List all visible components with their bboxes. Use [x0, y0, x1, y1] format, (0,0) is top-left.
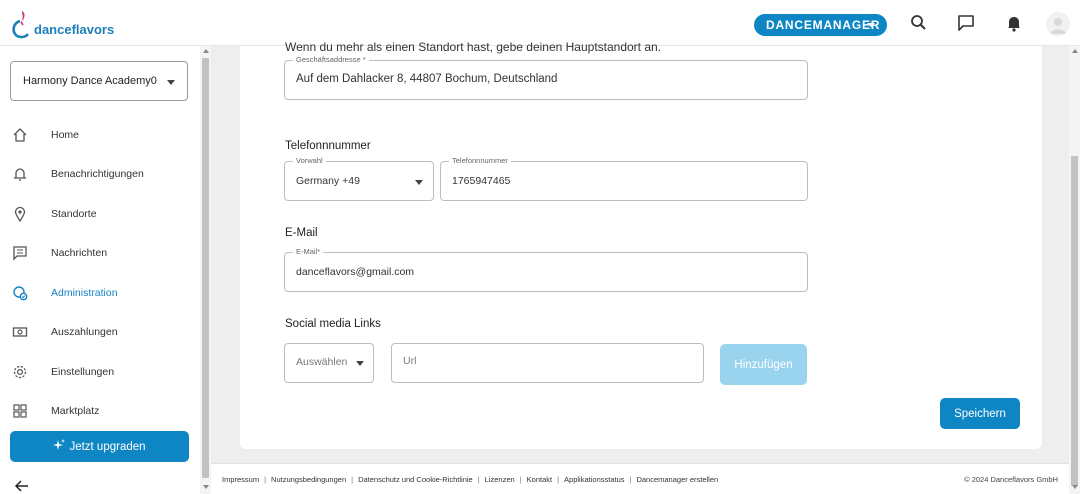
home-icon: [12, 127, 28, 143]
footer-link-nutzungsbedingungen[interactable]: Nutzungsbedingungen: [271, 475, 346, 484]
phone-prefix-value: Germany +49: [296, 175, 360, 187]
sidebar-item-label: Home: [51, 129, 80, 141]
sidebar-item-nachrichten[interactable]: Nachrichten: [0, 235, 200, 271]
footer-links: Impressum | Nutzungsbedingungen | Datens…: [222, 475, 718, 484]
sidebar-item-label: Standorte: [51, 208, 97, 220]
sidebar-item-label: Auszahlungen: [51, 326, 118, 338]
social-platform-select[interactable]: Auswählen: [284, 343, 374, 383]
scroll-down-icon[interactable]: [203, 485, 209, 489]
copyright: © 2024 Danceflavors GmbH: [964, 475, 1058, 484]
upgrade-button-label: Jetzt upgraden: [69, 440, 146, 453]
sidebar-item-standorte[interactable]: Standorte: [0, 196, 200, 232]
phone-prefix-label: Vorwahl: [293, 156, 326, 166]
sidebar-item-benachrichtigungen[interactable]: Benachrichtigungen: [0, 156, 200, 192]
social-section-title: Social media Links: [285, 318, 381, 330]
logo[interactable]: danceflavors: [10, 9, 114, 39]
sidebar-item-marktplatz[interactable]: Marktplatz: [0, 393, 200, 429]
sparkle-icon: [53, 439, 66, 454]
social-platform-placeholder: Auswählen: [296, 356, 348, 368]
bell-icon[interactable]: [1004, 13, 1024, 33]
avatar[interactable]: [1046, 12, 1070, 36]
footer-separator: |: [519, 475, 522, 484]
message-icon: [12, 245, 28, 261]
email-value: danceflavors@gmail.com: [296, 266, 415, 278]
chevron-down-icon: [167, 80, 175, 85]
footer-link-impressum[interactable]: Impressum: [222, 475, 259, 484]
phone-number-value: 1765947465: [452, 175, 511, 187]
footer-separator: |: [264, 475, 267, 484]
chevron-down-icon: [356, 361, 364, 366]
phone-number-field[interactable]: Telefonnnummer 1765947465: [440, 156, 808, 201]
footer-link-dancemanager-erstellen[interactable]: Dancemanager erstellen: [636, 475, 718, 484]
add-social-link-button[interactable]: Hinzufügen: [720, 344, 807, 385]
address-field[interactable]: Geschäftsaddresse * Auf dem Dahlacker 8,…: [284, 55, 808, 100]
email-section-title: E-Mail: [285, 227, 318, 239]
product-switch-label: DANCEMANAGER: [766, 18, 881, 32]
location-hint: Wenn du mehr als einen Standort hast, ge…: [285, 40, 662, 54]
sidebar-item-einstellungen[interactable]: Einstellungen: [0, 354, 200, 390]
phone-prefix-select[interactable]: Vorwahl Germany +49: [284, 156, 434, 201]
sidebar-item-auszahlungen[interactable]: Auszahlungen: [0, 314, 200, 350]
scroll-down-icon[interactable]: [1072, 485, 1078, 489]
sidebar-item-label: Benachrichtigungen: [51, 168, 144, 180]
save-button[interactable]: Speichern: [940, 398, 1020, 429]
footer-link-datenschutz[interactable]: Datenschutz und Cookie-Richtlinie: [358, 475, 473, 484]
logo-mark-icon: [10, 9, 32, 39]
admin-icon: [12, 285, 28, 301]
search-icon[interactable]: [909, 13, 929, 33]
sidebar: Harmony Dance Academy0 Home Benachrichti…: [0, 46, 200, 494]
email-label: E-Mail*: [293, 247, 324, 257]
payout-icon: [12, 324, 28, 340]
collapse-arrow-icon[interactable]: [14, 478, 30, 494]
upgrade-button[interactable]: Jetzt upgraden: [10, 431, 189, 462]
logo-text: danceflavors: [34, 21, 115, 37]
footer-link-lizenzen[interactable]: Lizenzen: [485, 475, 515, 484]
scroll-up-icon[interactable]: [203, 49, 209, 53]
product-switch-button[interactable]: DANCEMANAGER: [754, 14, 887, 36]
phone-section-title: Telefonnnummer: [285, 140, 371, 152]
scroll-up-icon[interactable]: [1072, 49, 1078, 53]
sidebar-scrollbar[interactable]: [200, 46, 211, 494]
footer-link-kontakt[interactable]: Kontakt: [527, 475, 552, 484]
footer-separator: |: [557, 475, 560, 484]
caret-down-icon: [867, 23, 875, 27]
footer: Impressum | Nutzungsbedingungen | Datens…: [211, 463, 1069, 494]
sidebar-item-label: Marktplatz: [51, 405, 100, 417]
school-select[interactable]: Harmony Dance Academy0: [10, 61, 188, 101]
sidebar-item-label: Nachrichten: [51, 247, 108, 259]
save-button-label: Speichern: [954, 407, 1006, 420]
phone-number-label: Telefonnnummer: [449, 156, 511, 166]
footer-separator: |: [351, 475, 354, 484]
address-value: Auf dem Dahlacker 8, 44807 Bochum, Deuts…: [296, 73, 558, 85]
social-url-field[interactable]: Url: [391, 343, 704, 383]
form-card: [240, 46, 1042, 449]
add-button-label: Hinzufügen: [734, 358, 793, 371]
chat-icon[interactable]: [956, 13, 976, 33]
sidebar-item-home[interactable]: Home: [0, 117, 200, 153]
school-select-value: Harmony Dance Academy0: [23, 75, 157, 87]
footer-separator: |: [477, 475, 480, 484]
chevron-down-icon: [415, 180, 423, 185]
social-url-placeholder: Url: [403, 355, 417, 367]
scrollbar-thumb[interactable]: [202, 58, 209, 478]
address-label: Geschäftsaddresse *: [293, 55, 369, 65]
email-field[interactable]: E-Mail* danceflavors@gmail.com: [284, 247, 808, 292]
gear-icon: [12, 364, 28, 380]
bell-icon: [12, 166, 28, 182]
sidebar-item-label: Einstellungen: [51, 366, 115, 378]
grid-icon: [12, 403, 28, 419]
footer-link-applikationsstatus[interactable]: Applikationsstatus: [564, 475, 624, 484]
scrollbar-thumb[interactable]: [1071, 156, 1078, 486]
footer-separator: |: [629, 475, 632, 484]
sidebar-item-administration[interactable]: Administration: [0, 275, 200, 311]
main-scrollbar[interactable]: [1069, 46, 1080, 494]
sidebar-item-label: Administration: [51, 287, 118, 299]
location-pin-icon: [12, 206, 28, 223]
